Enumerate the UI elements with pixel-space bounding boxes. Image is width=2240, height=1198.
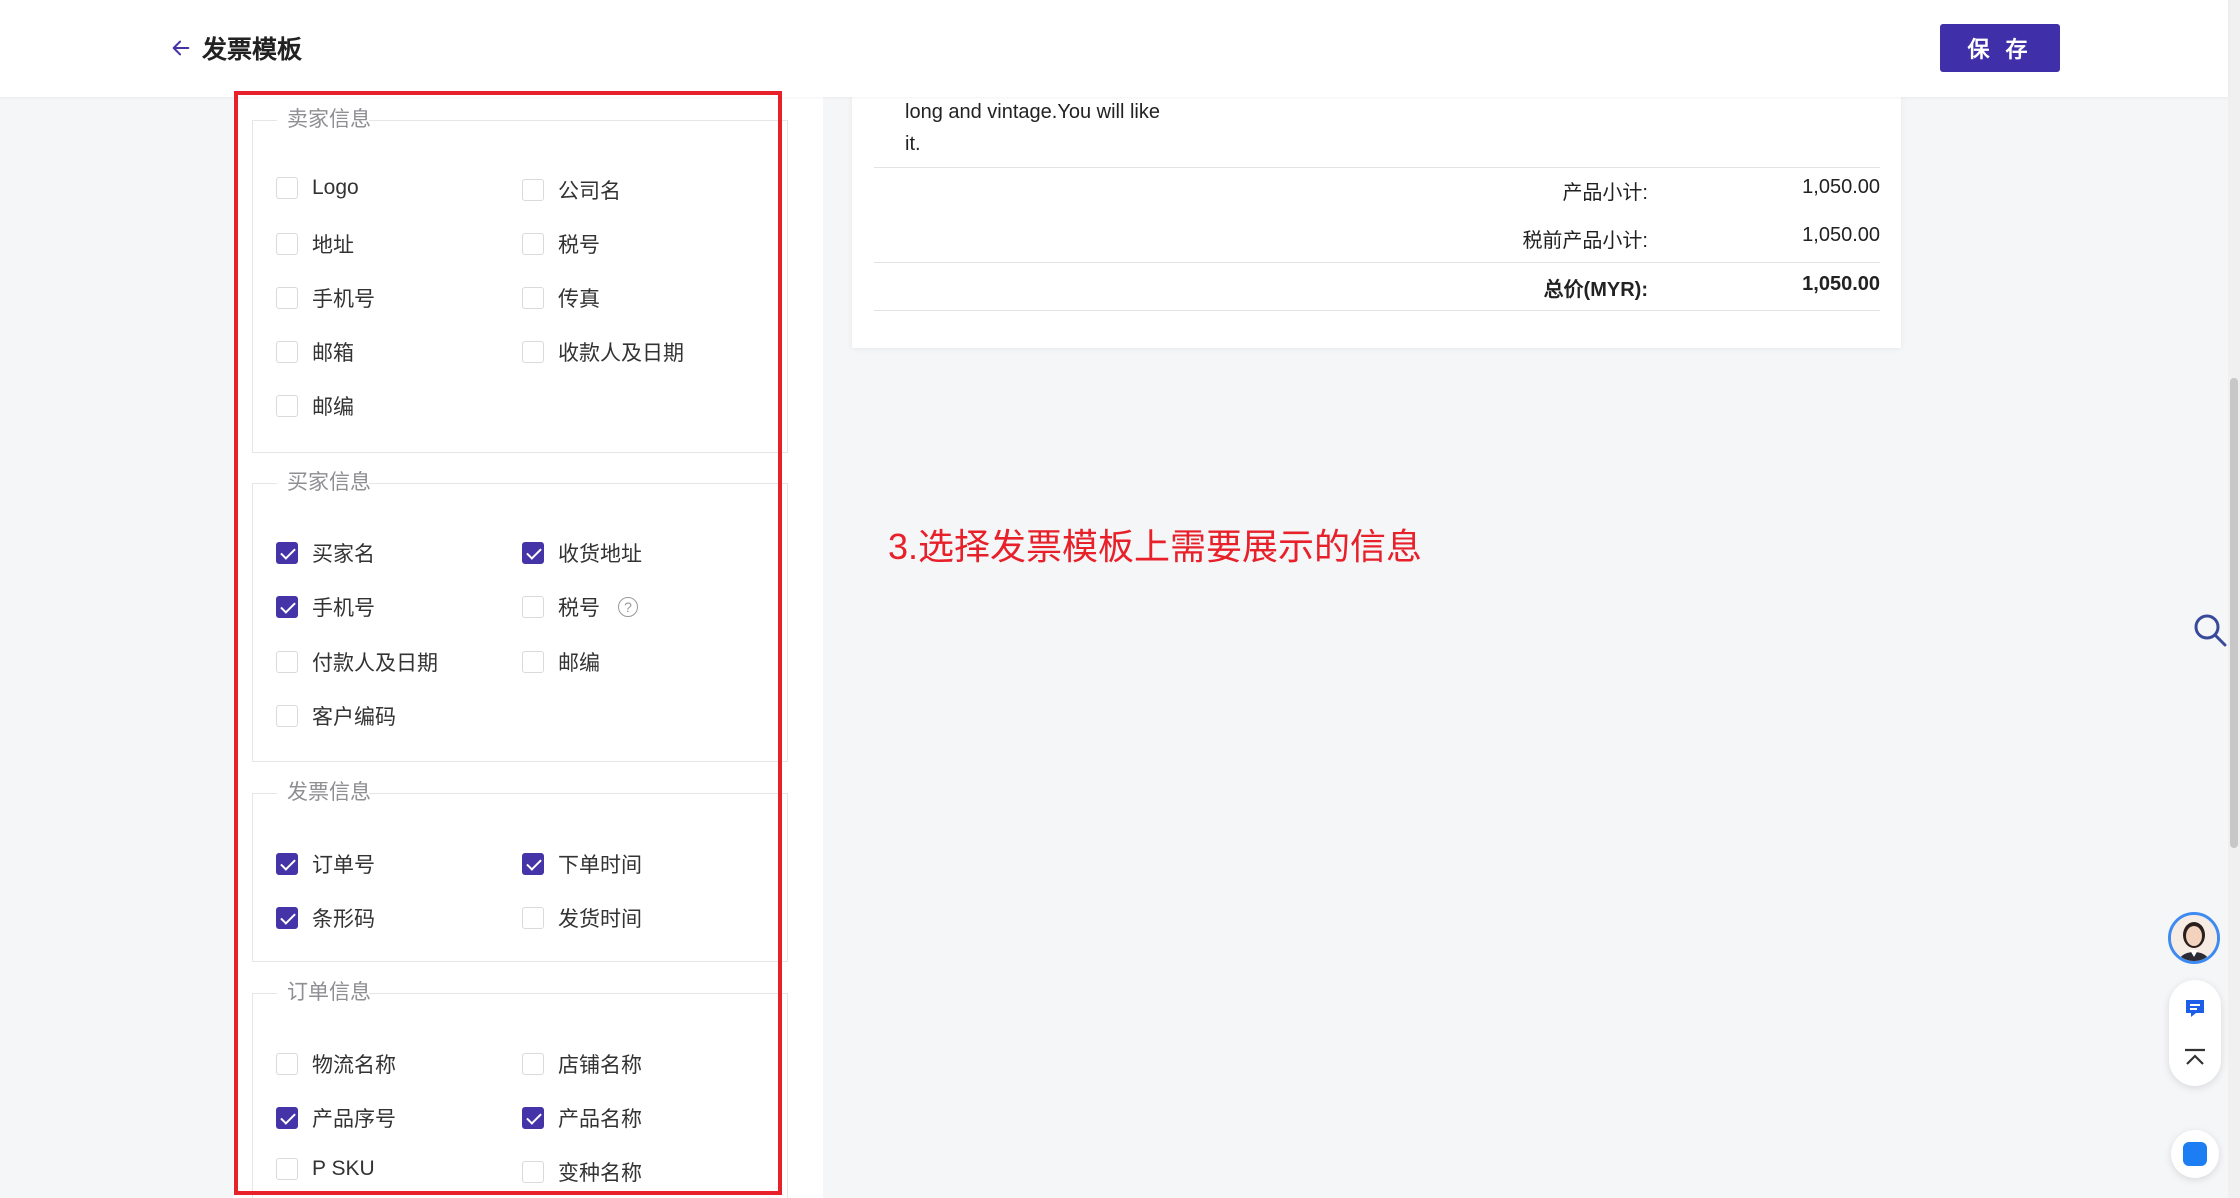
summary-row-total: 总价(MYR): 1,050.00 xyxy=(1543,273,1880,301)
checkbox[interactable] xyxy=(522,1161,544,1183)
invoice-option-order-no[interactable]: 订单号 xyxy=(276,849,375,879)
seller-option-company[interactable]: 公司名 xyxy=(522,175,621,205)
checkbox[interactable] xyxy=(522,233,544,255)
order-option-product-name[interactable]: 产品名称 xyxy=(522,1103,642,1133)
top-header: 发票模板 保 存 xyxy=(0,0,2228,97)
order-info-legend: 订单信息 xyxy=(277,979,381,1007)
agent-avatar-icon xyxy=(2171,915,2217,961)
buyer-option-name[interactable]: 买家名 xyxy=(276,538,375,568)
scrollbar-thumb[interactable] xyxy=(2230,378,2238,848)
buyer-option-shipping-address[interactable]: 收货地址 xyxy=(522,538,642,568)
invoice-option-ship-time[interactable]: 发货时间 xyxy=(522,903,642,933)
order-option-psku[interactable]: P SKU xyxy=(276,1157,375,1181)
summary-row-pretax-subtotal: 税前产品小计: 1,050.00 xyxy=(1522,224,1880,252)
checkbox[interactable] xyxy=(522,287,544,309)
checkbox[interactable] xyxy=(276,341,298,363)
search-icon[interactable] xyxy=(2192,612,2228,648)
buyer-info-group: 买家信息 买家名 收货地址 手机号 税号 ? 付款人及日期 邮编 客户编码 xyxy=(252,469,788,762)
order-option-product-index[interactable]: 产品序号 xyxy=(276,1103,396,1133)
order-option-logistics-name[interactable]: 物流名称 xyxy=(276,1049,396,1079)
help-icon[interactable]: ? xyxy=(618,597,638,617)
seller-option-payee-date[interactable]: 收款人及日期 xyxy=(522,337,684,367)
save-button[interactable]: 保 存 xyxy=(1940,24,2060,72)
buyer-option-phone[interactable]: 手机号 xyxy=(276,592,375,622)
product-description: long and vintage.You will like it. xyxy=(905,101,1160,155)
buyer-option-tax-id[interactable]: 税号 ? xyxy=(522,592,638,622)
assistant-bot-button[interactable] xyxy=(2171,1130,2219,1178)
order-info-group: 订单信息 物流名称 店铺名称 产品序号 产品名称 P SKU 变种名称 xyxy=(252,979,788,1198)
seller-option-postcode[interactable]: 邮编 xyxy=(276,391,354,421)
bot-icon xyxy=(2183,1142,2207,1166)
invoice-option-order-time[interactable]: 下单时间 xyxy=(522,849,642,879)
seller-info-group: 卖家信息 Logo 公司名 地址 税号 手机号 传真 邮箱 收款人及日期 邮编 xyxy=(252,106,788,453)
checkbox-checked[interactable] xyxy=(276,542,298,564)
seller-option-address[interactable]: 地址 xyxy=(276,229,354,259)
chat-icon[interactable] xyxy=(2184,997,2206,1019)
seller-option-logo[interactable]: Logo xyxy=(276,176,359,200)
summary-row-subtotal: 产品小计: 1,050.00 xyxy=(1562,176,1880,204)
page-title: 发票模板 xyxy=(202,36,303,64)
buyer-info-legend: 买家信息 xyxy=(277,469,381,497)
order-option-store-name[interactable]: 店铺名称 xyxy=(522,1049,642,1079)
annotation-text: 3.选择发票模板上需要展示的信息 xyxy=(888,526,1423,567)
checkbox[interactable] xyxy=(276,233,298,255)
back-to-top-icon[interactable] xyxy=(2183,1048,2207,1070)
divider xyxy=(874,262,1880,263)
floating-toolbar xyxy=(2169,980,2221,1086)
checkbox[interactable] xyxy=(276,651,298,673)
checkbox[interactable] xyxy=(276,395,298,417)
checkbox-checked[interactable] xyxy=(522,853,544,875)
checkbox[interactable] xyxy=(276,1053,298,1075)
checkbox[interactable] xyxy=(276,177,298,199)
checkbox-checked[interactable] xyxy=(276,1107,298,1129)
buyer-option-payer-date[interactable]: 付款人及日期 xyxy=(276,647,438,677)
checkbox-checked[interactable] xyxy=(522,542,544,564)
checkbox-checked[interactable] xyxy=(276,596,298,618)
checkbox[interactable] xyxy=(276,705,298,727)
divider xyxy=(874,310,1880,311)
checkbox[interactable] xyxy=(522,179,544,201)
checkbox[interactable] xyxy=(522,341,544,363)
invoice-option-barcode[interactable]: 条形码 xyxy=(276,903,375,933)
checkbox[interactable] xyxy=(522,1053,544,1075)
checkbox[interactable] xyxy=(522,651,544,673)
buyer-option-customer-code[interactable]: 客户编码 xyxy=(276,701,396,731)
divider xyxy=(874,167,1880,168)
seller-option-phone[interactable]: 手机号 xyxy=(276,283,375,313)
seller-option-email[interactable]: 邮箱 xyxy=(276,337,354,367)
invoice-info-group: 发票信息 订单号 下单时间 条形码 发货时间 xyxy=(252,779,788,962)
checkbox[interactable] xyxy=(276,287,298,309)
invoice-info-legend: 发票信息 xyxy=(277,779,381,807)
seller-option-tax-id[interactable]: 税号 xyxy=(522,229,600,259)
checkbox[interactable] xyxy=(276,1158,298,1180)
checkbox[interactable] xyxy=(522,907,544,929)
checkbox[interactable] xyxy=(522,596,544,618)
order-option-variant-name[interactable]: 变种名称 xyxy=(522,1157,642,1187)
arrow-left-icon xyxy=(172,40,190,56)
checkbox-checked[interactable] xyxy=(276,853,298,875)
checkbox-checked[interactable] xyxy=(276,907,298,929)
seller-option-fax[interactable]: 传真 xyxy=(522,283,600,313)
checkbox-checked[interactable] xyxy=(522,1107,544,1129)
seller-info-legend: 卖家信息 xyxy=(277,106,381,134)
support-agent-avatar[interactable] xyxy=(2168,912,2220,964)
buyer-option-postcode[interactable]: 邮编 xyxy=(522,647,600,677)
back-link[interactable]: 发票模板 xyxy=(170,30,302,66)
